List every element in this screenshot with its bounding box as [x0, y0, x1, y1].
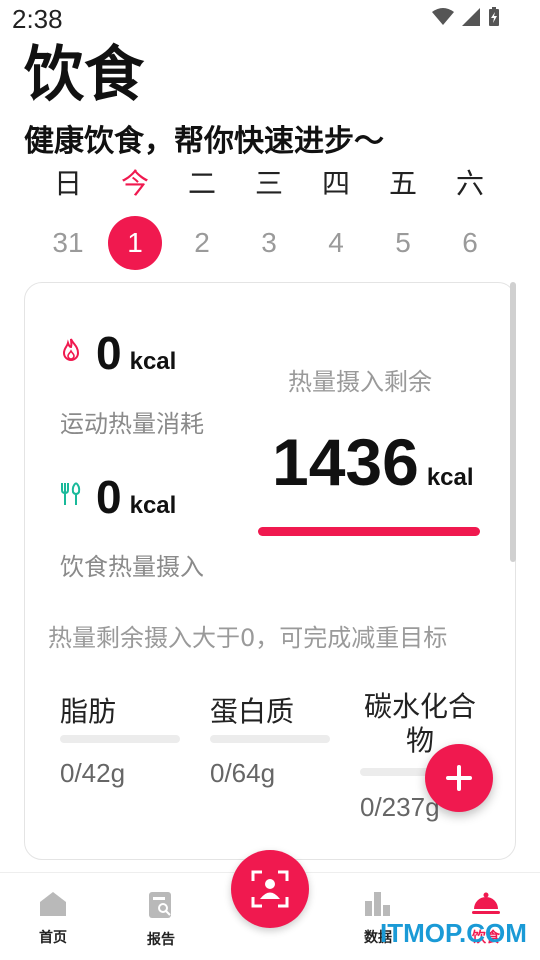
nutrient-name: 脂肪 — [60, 695, 117, 728]
scan-food-button[interactable] — [231, 850, 309, 928]
intake-label: 饮食热量摄入 — [60, 553, 204, 581]
weekday-label: 四 — [321, 167, 350, 200]
watermark: ITMOP.COM — [380, 918, 527, 948]
remaining-unit: kcal — [426, 464, 474, 491]
date-cell[interactable]: 31 — [34, 216, 102, 270]
date-cell[interactable]: 4 — [302, 216, 370, 270]
date-number: 6 — [462, 227, 478, 258]
intake-unit: kcal — [129, 492, 177, 519]
cloche-icon — [472, 892, 500, 914]
remaining-metric: 1436 kcal — [272, 424, 474, 500]
nutrient-protein-track — [210, 735, 330, 743]
burn-metric: 0 kcal — [96, 326, 176, 380]
plus-icon — [446, 765, 472, 791]
nutrient-value: 0/42g — [60, 758, 126, 788]
date-cell-selected[interactable]: 1 — [101, 216, 169, 270]
page-title: 饮食 — [24, 40, 144, 110]
intake-value: 0 — [96, 471, 122, 523]
weekday-label: 六 — [455, 167, 484, 200]
burn-label: 运动热量消耗 — [60, 410, 204, 438]
date-cell[interactable]: 3 — [235, 216, 303, 270]
date-number: 2 — [194, 227, 210, 258]
remaining-label: 热量摄入剩余 — [288, 368, 432, 396]
nutrient-value: 0/64g — [210, 758, 276, 788]
burn-unit: kcal — [129, 348, 177, 375]
weekday-label-today: 今 — [120, 167, 149, 200]
wifi-icon — [432, 8, 454, 25]
weekday-row: 日 今 二 三 四 五 六 — [34, 162, 504, 206]
remaining-progress-bar — [258, 527, 480, 536]
burn-value: 0 — [96, 327, 122, 379]
bar-chart-icon — [365, 892, 390, 916]
calorie-hint: 热量剩余摄入大于0，可完成减重目标 — [48, 624, 448, 652]
add-food-button[interactable] — [425, 744, 493, 812]
home-icon — [40, 892, 66, 916]
flame-icon — [62, 338, 80, 361]
date-row: 31 1 2 3 4 5 6 — [34, 216, 504, 276]
weekday-label: 二 — [187, 167, 216, 200]
tab-label: 首页 — [39, 930, 67, 946]
tab-home[interactable]: 首页 — [13, 891, 93, 947]
nutrient-fat: 脂肪 — [60, 690, 116, 730]
nutrient-protein: 蛋白质 — [210, 690, 294, 730]
date-cell[interactable]: 6 — [436, 216, 504, 270]
battery-icon — [489, 7, 499, 26]
date-number: 5 — [395, 227, 411, 258]
date-cell[interactable]: 5 — [369, 216, 437, 270]
scrollbar[interactable] — [510, 282, 516, 562]
date-number: 1 — [108, 216, 162, 270]
scan-person-icon — [251, 870, 289, 908]
date-cell[interactable]: 2 — [168, 216, 236, 270]
remaining-value: 1436 — [272, 425, 419, 499]
status-icons — [432, 7, 500, 27]
nutrient-value: 0/237g — [360, 792, 440, 822]
tab-report[interactable]: 报告 — [121, 891, 201, 949]
date-number: 31 — [52, 227, 84, 258]
nutrient-name: 蛋白质 — [210, 695, 295, 728]
weekday-label: 五 — [388, 167, 417, 200]
date-number: 3 — [261, 227, 277, 258]
tab-label: 报告 — [147, 932, 175, 948]
weekday-label: 三 — [254, 167, 283, 200]
signal-icon — [462, 8, 480, 26]
intake-metric: 0 kcal — [96, 470, 176, 524]
fork-spoon-icon — [61, 482, 81, 505]
nutrient-fat-track — [60, 735, 180, 743]
report-icon — [149, 892, 171, 918]
page-subtitle: 健康饮食，帮你快速进步～ — [24, 124, 384, 159]
weekday-label: 日 — [53, 167, 82, 200]
date-number: 4 — [328, 227, 344, 258]
